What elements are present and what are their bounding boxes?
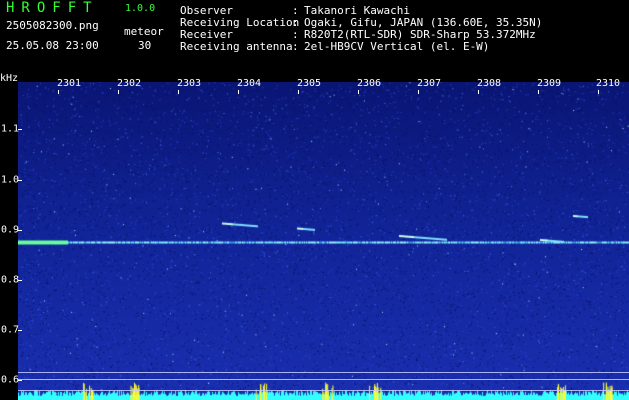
x-tick-label: 2303 — [176, 78, 202, 89]
y-tick-mark — [18, 129, 22, 130]
y-axis-unit: kHz — [0, 73, 19, 84]
x-tick-mark — [598, 90, 599, 94]
x-tick-label: 2307 — [416, 78, 442, 89]
meteor-count: 30 — [138, 39, 152, 52]
y-tick-label: 1.1 — [1, 123, 20, 135]
reference-line — [18, 390, 629, 391]
x-tick-mark — [418, 90, 419, 94]
y-tick-mark — [18, 330, 22, 331]
x-tick-mark — [298, 90, 299, 94]
y-tick-mark — [18, 230, 22, 231]
x-tick-mark — [238, 90, 239, 94]
reference-line — [18, 372, 629, 373]
x-tick-label: 2301 — [56, 78, 82, 89]
x-tick-mark — [538, 90, 539, 94]
y-tick-label: 0.8 — [1, 274, 20, 286]
y-tick-mark — [18, 180, 22, 181]
x-tick-mark — [358, 90, 359, 94]
info-colon: : — [292, 40, 299, 53]
x-tick-mark — [58, 90, 59, 94]
spectrogram — [18, 82, 629, 400]
meteor-label: meteor — [124, 25, 164, 38]
y-tick-label: 0.7 — [1, 324, 20, 336]
x-tick-label: 2309 — [536, 78, 562, 89]
x-tick-label: 2306 — [356, 78, 382, 89]
y-tick-label: 1.0 — [1, 174, 20, 186]
x-tick-mark — [478, 90, 479, 94]
x-tick-label: 2308 — [476, 78, 502, 89]
y-tick-mark — [18, 280, 22, 281]
spectrogram-canvas — [18, 82, 629, 400]
file-name: 2505082300.png — [6, 19, 99, 32]
x-tick-label: 2302 — [116, 78, 142, 89]
x-tick-label: 2305 — [296, 78, 322, 89]
reference-line — [18, 379, 629, 380]
info-key-antenna: Receiving antenna — [180, 40, 293, 53]
x-tick-mark — [118, 90, 119, 94]
y-tick-mark — [18, 380, 22, 381]
hrofft-window: HROFFT 1.0.0 2505082300.png 25.05.08 23:… — [0, 0, 629, 400]
x-tick-label: 2310 — [595, 78, 621, 89]
x-tick-label: 2304 — [236, 78, 262, 89]
app-version: 1.0.0 — [125, 3, 156, 14]
app-name: HROFFT — [6, 0, 99, 16]
y-tick-label: 0.6 — [1, 374, 20, 386]
x-tick-mark — [178, 90, 179, 94]
info-value-antenna: 2el-HB9CV Vertical (el. E-W) — [304, 40, 490, 53]
y-tick-label: 0.9 — [1, 224, 20, 236]
datetime: 25.05.08 23:00 — [6, 39, 99, 52]
